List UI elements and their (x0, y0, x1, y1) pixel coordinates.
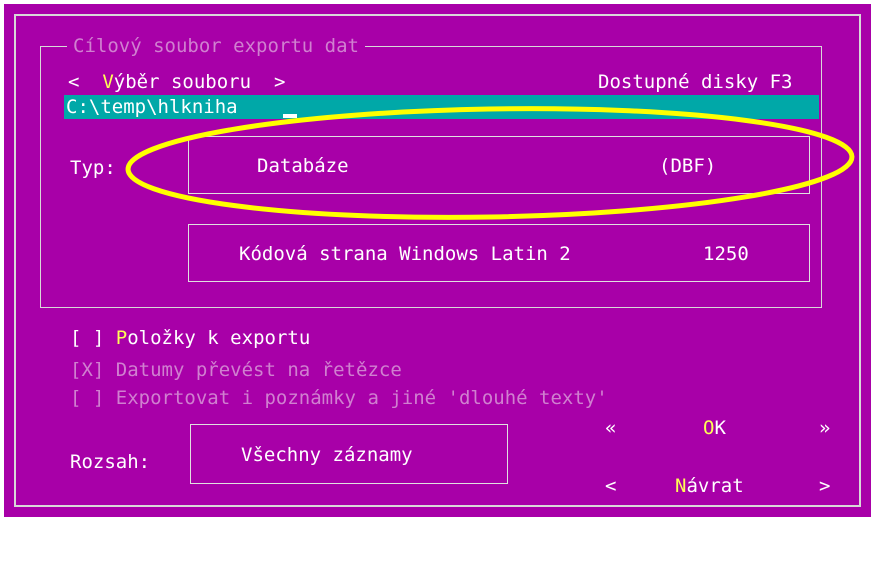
right-arrow: > (273, 71, 286, 93)
checkbox: [X] (70, 359, 105, 381)
option-export-notes[interactable]: [ ] Exportovat i poznámky a jiné 'dlouhé… (70, 386, 608, 410)
option-label: Exportovat i poznámky a jiné 'dlouhé tex… (115, 387, 608, 409)
range-select[interactable]: Všechny záznamy (190, 424, 508, 484)
ok-left-marker: « (605, 417, 617, 439)
file-select-button[interactable]: < Výběr souboru > (68, 70, 285, 94)
range-label: Rozsah: (70, 451, 151, 473)
available-disks-button[interactable]: Dostupné disky F3 (598, 70, 792, 94)
checkbox: [ ] (70, 327, 105, 349)
range-value: Všechny záznamy (241, 444, 413, 466)
back-hotkey: N (675, 475, 687, 497)
text-cursor (283, 114, 297, 118)
option-hotkey: P (115, 327, 128, 349)
type-label: Typ: (70, 157, 116, 179)
back-button[interactable]: < Návrat > (605, 474, 831, 500)
type-extension: (DBF) (659, 155, 717, 177)
ok-right-marker: » (819, 417, 831, 439)
option-dates-to-strings[interactable]: [X] Datumy převést na řetězce (70, 358, 402, 382)
left-arrow: < (68, 71, 80, 93)
back-left-marker: < (605, 475, 617, 497)
path-value: C:\temp\hlkniha (66, 96, 238, 118)
back-rest: ávrat (686, 475, 744, 497)
file-select-hotkey: V (102, 71, 114, 93)
codepage-select[interactable]: Kódová strana Windows Latin 2 1250 (188, 224, 810, 282)
option-export-items[interactable]: [ ] Položky k exportu (70, 326, 310, 350)
ok-hotkey: O (703, 417, 715, 439)
type-name: Databáze (257, 155, 349, 177)
ok-label: OK (703, 416, 726, 440)
option-label: Datumy převést na řetězce (115, 359, 402, 381)
back-right-marker: > (819, 475, 831, 497)
codepage-value: 1250 (703, 243, 749, 265)
type-select[interactable]: Databáze (DBF) (188, 136, 810, 194)
codepage-label: Kódová strana Windows Latin 2 (239, 243, 571, 265)
checkbox: [ ] (70, 387, 105, 409)
ok-button[interactable]: « OK » (605, 416, 831, 442)
option-label: oložky k exportu (127, 327, 311, 349)
path-input[interactable]: C:\temp\hlkniha (64, 95, 819, 119)
back-label: Návrat (675, 474, 744, 498)
file-select-label: ýběr souboru (113, 71, 252, 93)
ok-rest: K (714, 417, 726, 439)
group-title: Cílový soubor exportu dat (67, 34, 365, 58)
